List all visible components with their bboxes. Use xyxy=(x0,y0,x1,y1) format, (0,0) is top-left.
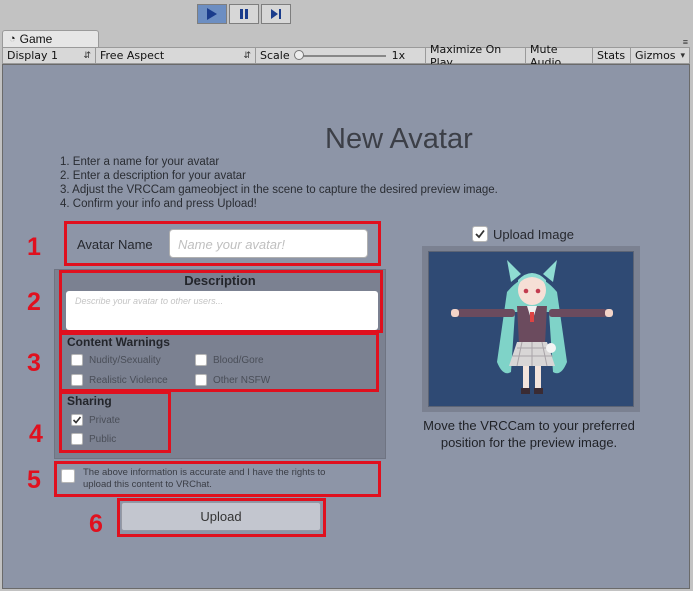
pause-button[interactable] xyxy=(229,4,259,24)
annotation-box-2 xyxy=(59,270,383,333)
annotation-number-5: 5 xyxy=(27,466,41,494)
pause-icon xyxy=(240,9,248,19)
stats-button[interactable]: Stats xyxy=(593,48,631,63)
play-toolbar xyxy=(0,0,693,30)
gizmos-dropdown[interactable]: Gizmos ▾ xyxy=(631,48,689,63)
annotation-number-1: 1 xyxy=(27,233,41,261)
play-icon xyxy=(207,8,217,20)
game-view-toolbar: Display 1 ⇵ Free Aspect ⇵ Scale 1x Maxim… xyxy=(2,43,690,69)
dropdown-arrow-icon: ▾ xyxy=(680,50,685,61)
annotation-box-1 xyxy=(64,221,381,266)
upload-image-toggle[interactable]: Upload Image xyxy=(472,226,574,242)
upload-image-label: Upload Image xyxy=(493,226,574,242)
maximize-on-play-button[interactable]: Maximize On Play xyxy=(426,43,526,69)
dropdown-arrow-icon: ⇵ xyxy=(83,50,91,61)
annotation-box-6 xyxy=(117,498,326,537)
instruction-line: 2. Enter a description for your avatar xyxy=(60,170,247,182)
scale-control: Scale 1x xyxy=(256,48,426,63)
checkmark-icon xyxy=(475,229,485,239)
game-icon: ◔ xyxy=(9,33,16,45)
preview-caption: Move the VRCCam to your preferred positi… xyxy=(398,417,660,451)
step-icon xyxy=(271,9,281,19)
stats-label: Stats xyxy=(597,49,626,62)
annotation-number-4: 4 xyxy=(29,420,43,448)
page-title: New Avatar xyxy=(325,123,473,155)
display-dropdown[interactable]: Display 1 ⇵ xyxy=(3,48,96,63)
upload-image-checkbox[interactable] xyxy=(472,226,488,242)
annotation-number-3: 3 xyxy=(27,349,41,377)
aspect-value: Free Aspect xyxy=(100,49,165,62)
annotation-number-2: 2 xyxy=(27,288,41,316)
instruction-line: 3. Adjust the VRCCam gameobject in the s… xyxy=(60,184,498,196)
tab-menu-icon[interactable]: ≡ xyxy=(683,37,688,47)
gizmos-label: Gizmos xyxy=(635,49,676,62)
annotation-box-4 xyxy=(59,391,171,453)
scale-slider-handle[interactable] xyxy=(293,49,304,60)
avatar-preview-icon xyxy=(451,260,613,394)
scale-label: Scale xyxy=(260,49,290,62)
annotation-number-6: 6 xyxy=(89,510,103,538)
scale-value: 1x xyxy=(391,49,406,62)
preview-image xyxy=(428,251,634,407)
dropdown-arrow-icon: ⇵ xyxy=(243,50,251,61)
display-value: Display 1 xyxy=(7,49,59,62)
scale-slider[interactable] xyxy=(293,49,386,60)
caption-line: Move the VRCCam to your preferred xyxy=(423,418,635,433)
annotation-box-3 xyxy=(59,332,379,392)
play-button[interactable] xyxy=(197,4,227,24)
step-button[interactable] xyxy=(261,4,291,24)
mute-audio-button[interactable]: Mute Audio xyxy=(526,43,593,69)
tab-game[interactable]: ◔ Game xyxy=(2,30,99,47)
instruction-line: 4. Confirm your info and press Upload! xyxy=(60,198,257,210)
instruction-line: 1. Enter a name for your avatar xyxy=(60,156,220,168)
tab-game-label: Game xyxy=(19,32,53,46)
aspect-dropdown[interactable]: Free Aspect ⇵ xyxy=(96,48,256,63)
caption-line: position for the preview image. xyxy=(440,435,618,450)
instructions: 1. Enter a name for your avatar 2. Enter… xyxy=(60,155,498,211)
annotation-box-5 xyxy=(54,461,381,497)
